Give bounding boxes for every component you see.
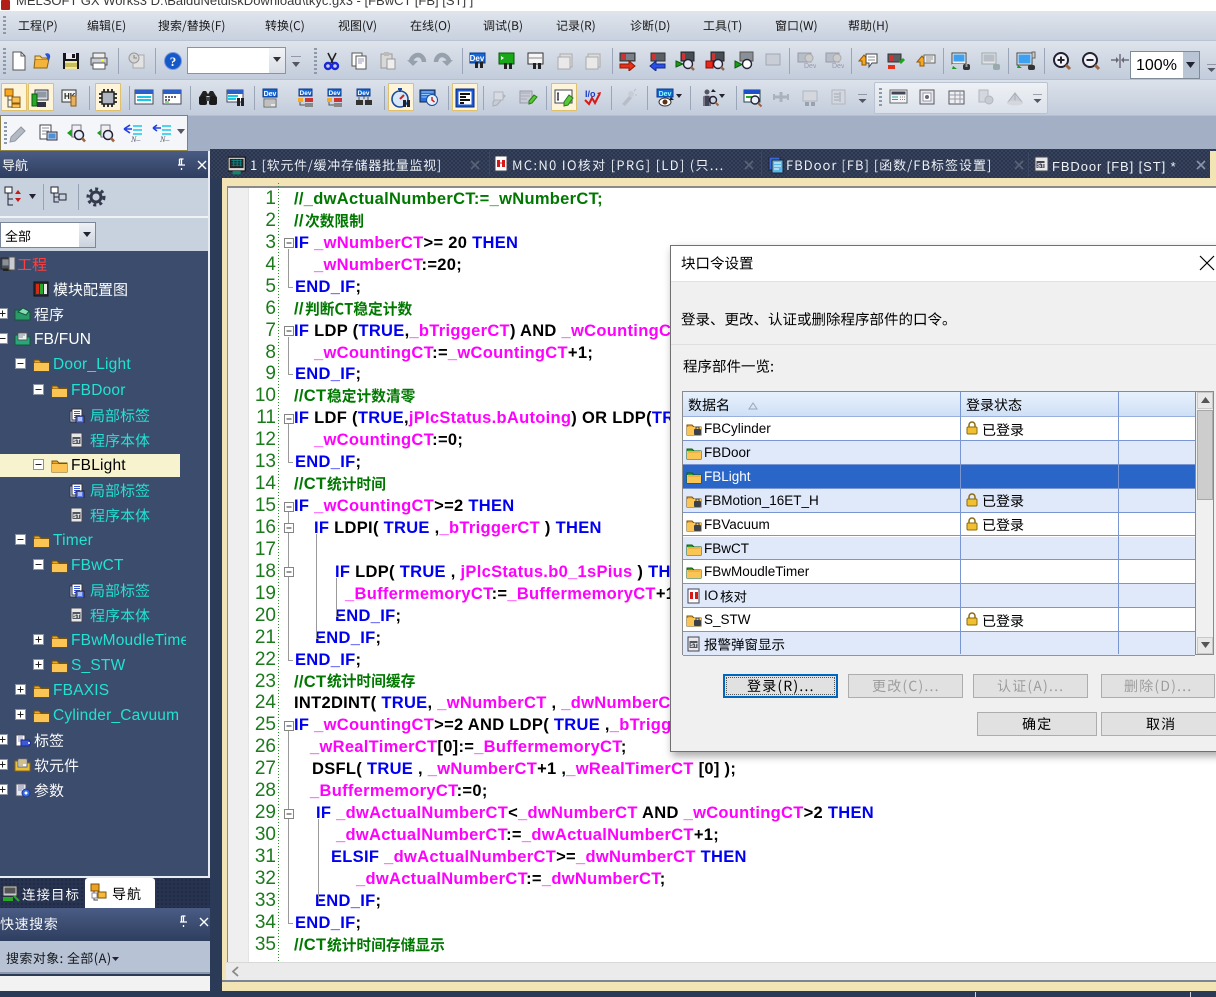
svg-text:Dev: Dev <box>832 63 844 70</box>
svg-text:?: ? <box>170 54 177 69</box>
svg-text:Dev: Dev <box>358 90 370 97</box>
svg-text:ST: ST <box>73 514 81 520</box>
svg-text:ST: ST <box>73 614 81 620</box>
svg-text:Dev: Dev <box>804 63 816 70</box>
svg-text:Dev: Dev <box>470 54 485 63</box>
svg-text:N–: N– <box>130 135 141 143</box>
svg-text:Dev: Dev <box>329 90 341 97</box>
svg-text:I/o: I/o <box>585 89 596 99</box>
svg-text:Dev: Dev <box>264 91 277 98</box>
svg-text:ST: ST <box>73 439 81 445</box>
svg-text:Dev: Dev <box>659 91 672 98</box>
svg-text:ST: ST <box>1037 164 1045 170</box>
svg-text:ST: ST <box>690 643 698 649</box>
svg-text:Dev: Dev <box>300 90 312 97</box>
svg-text:N–: N– <box>159 135 170 143</box>
